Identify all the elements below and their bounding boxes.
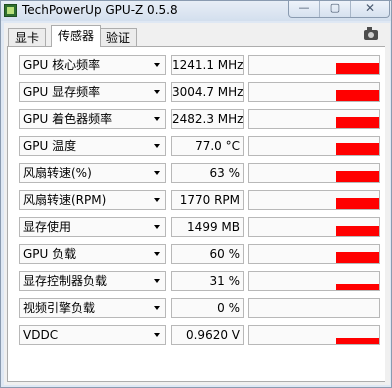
sensor-graph bbox=[248, 190, 380, 210]
gpuz-window: TechPowerUp GPU-Z 0.5.8 — ▢ ✕ 显卡 传感器 验证 … bbox=[0, 0, 392, 388]
tab-sensors[interactable]: 传感器 bbox=[51, 25, 102, 47]
sensor-value: 77.0 °C bbox=[171, 136, 244, 156]
sensor-graph bbox=[248, 217, 380, 237]
chevron-down-icon[interactable] bbox=[154, 306, 160, 310]
chevron-down-icon[interactable] bbox=[154, 333, 160, 337]
sensor-graph-bar bbox=[336, 198, 379, 209]
camera-icon[interactable] bbox=[364, 27, 378, 40]
sensor-label: 视频引擎负载 bbox=[23, 301, 96, 315]
sensor-row: 视频引擎负载 0 % bbox=[8, 296, 386, 320]
window-controls: — ▢ ✕ bbox=[288, 1, 390, 18]
sensor-label-dropdown[interactable]: 风扇转速(%) bbox=[19, 163, 166, 183]
sensor-label: GPU 显存频率 bbox=[23, 85, 101, 99]
sensor-row: GPU 负载 60 % bbox=[8, 242, 386, 266]
chevron-down-icon[interactable] bbox=[154, 225, 160, 229]
sensor-label-dropdown[interactable]: GPU 着色器频率 bbox=[19, 109, 166, 129]
sensor-value: 0.9620 V bbox=[171, 325, 244, 345]
sensor-graph bbox=[248, 82, 380, 102]
sensor-graph bbox=[248, 109, 380, 129]
sensor-graph-bar bbox=[336, 252, 379, 263]
sensor-value: 3004.7 MHz bbox=[171, 82, 244, 102]
sensor-graph-bar bbox=[336, 143, 379, 155]
sensor-label: 风扇转速(RPM) bbox=[23, 193, 107, 207]
sensor-label-dropdown[interactable]: 风扇转速(RPM) bbox=[19, 190, 166, 210]
sensor-graph bbox=[248, 163, 380, 183]
minimize-button[interactable]: — bbox=[289, 1, 319, 17]
sensor-label-dropdown[interactable]: GPU 温度 bbox=[19, 136, 166, 156]
sensor-graph-bar bbox=[336, 284, 379, 290]
chevron-down-icon[interactable] bbox=[154, 279, 160, 283]
tab-validation[interactable]: 验证 bbox=[99, 28, 138, 46]
sensor-label: 显存使用 bbox=[23, 220, 72, 234]
sensor-row: 风扇转速(RPM) 1770 RPM bbox=[8, 188, 386, 212]
chevron-down-icon[interactable] bbox=[154, 117, 160, 121]
sensor-value: 60 % bbox=[171, 244, 244, 264]
chevron-down-icon[interactable] bbox=[154, 90, 160, 94]
close-button[interactable]: ✕ bbox=[351, 1, 389, 17]
sensor-graph bbox=[248, 298, 380, 318]
sensor-label-dropdown[interactable]: 显存控制器负载 bbox=[19, 271, 166, 291]
title-bar: TechPowerUp GPU-Z 0.5.8 — ▢ ✕ bbox=[1, 1, 391, 21]
sensor-label-dropdown[interactable]: VDDC bbox=[19, 325, 166, 345]
sensor-graph-bar bbox=[336, 338, 379, 344]
sensor-graph-bar bbox=[336, 226, 379, 236]
sensor-value: 0 % bbox=[171, 298, 244, 318]
sensor-label-dropdown[interactable]: GPU 核心频率 bbox=[19, 55, 166, 75]
main-content: 显卡 传感器 验证 GPU 核心频率 1241.1 MHz GPU 显存频率 3004… bbox=[4, 23, 388, 385]
side-border bbox=[385, 23, 390, 385]
sensor-label: GPU 着色器频率 bbox=[23, 112, 113, 126]
sensor-graph-bar bbox=[336, 171, 379, 182]
chevron-down-icon[interactable] bbox=[154, 198, 160, 202]
sensor-graph-bar bbox=[336, 90, 379, 101]
sensor-label: GPU 温度 bbox=[23, 139, 77, 153]
tab-graphics-card[interactable]: 显卡 bbox=[8, 28, 47, 46]
sensor-panel: GPU 核心频率 1241.1 MHz GPU 显存频率 3004.7 MHz GPU … bbox=[7, 46, 387, 382]
maximize-button[interactable]: ▢ bbox=[319, 1, 351, 17]
sensor-value: 31 % bbox=[171, 271, 244, 291]
sensor-row: GPU 核心频率 1241.1 MHz bbox=[8, 53, 386, 77]
sensor-label: 显存控制器负载 bbox=[23, 274, 108, 288]
sensor-graph bbox=[248, 55, 380, 75]
window-title: TechPowerUp GPU-Z 0.5.8 bbox=[22, 3, 178, 17]
sensor-value: 63 % bbox=[171, 163, 244, 183]
sensor-graph-bar bbox=[336, 63, 379, 74]
sensor-label: VDDC bbox=[23, 328, 59, 342]
sensor-row: 风扇转速(%) 63 % bbox=[8, 161, 386, 185]
chevron-down-icon[interactable] bbox=[154, 252, 160, 256]
sensor-graph bbox=[248, 244, 380, 264]
sensor-graph bbox=[248, 271, 380, 291]
sensor-value: 1499 MB bbox=[171, 217, 244, 237]
sensor-value: 1770 RPM bbox=[171, 190, 244, 210]
sensor-graph bbox=[248, 325, 380, 345]
sensor-row: VDDC 0.9620 V bbox=[8, 323, 386, 347]
sensor-row: 显存控制器负载 31 % bbox=[8, 269, 386, 293]
sensor-label-dropdown[interactable]: GPU 负载 bbox=[19, 244, 166, 264]
sensor-label: GPU 核心频率 bbox=[23, 58, 101, 72]
sensor-row: GPU 温度 77.0 °C bbox=[8, 134, 386, 158]
sensor-value: 1241.1 MHz bbox=[171, 55, 244, 75]
sensor-label-dropdown[interactable]: GPU 显存频率 bbox=[19, 82, 166, 102]
chevron-down-icon[interactable] bbox=[154, 171, 160, 175]
app-icon bbox=[4, 4, 17, 17]
sensor-graph-bar bbox=[336, 117, 379, 128]
sensor-label-dropdown[interactable]: 显存使用 bbox=[19, 217, 166, 237]
sensor-row: GPU 显存频率 3004.7 MHz bbox=[8, 80, 386, 104]
sensor-label: 风扇转速(%) bbox=[23, 166, 92, 180]
sensor-label: GPU 负载 bbox=[23, 247, 77, 261]
chevron-down-icon[interactable] bbox=[154, 144, 160, 148]
sensor-graph bbox=[248, 136, 380, 156]
sensor-label-dropdown[interactable]: 视频引擎负载 bbox=[19, 298, 166, 318]
sensor-row: GPU 着色器频率 2482.3 MHz bbox=[8, 107, 386, 131]
sensor-row: 显存使用 1499 MB bbox=[8, 215, 386, 239]
chevron-down-icon[interactable] bbox=[154, 63, 160, 67]
sensor-value: 2482.3 MHz bbox=[171, 109, 244, 129]
